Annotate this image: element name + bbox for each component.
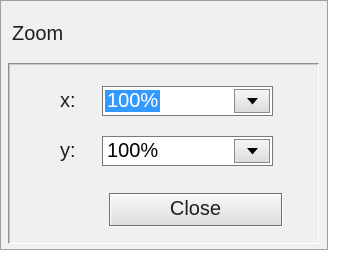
zoom-options-group: x: 100% y: 100% Close <box>8 63 319 244</box>
zoom-x-dropdown-button[interactable] <box>234 89 270 113</box>
zoom-x-label: x: <box>60 90 76 112</box>
zoom-y-value: 100% <box>107 140 159 162</box>
dialog-title: Zoom <box>12 23 64 45</box>
close-button[interactable]: Close <box>109 193 282 226</box>
zoom-y-label: y: <box>60 140 76 162</box>
zoom-y-select[interactable]: 100% <box>102 136 273 166</box>
zoom-x-select[interactable]: 100% <box>102 86 273 116</box>
zoom-y-dropdown-button[interactable] <box>234 139 270 163</box>
zoom-x-value: 100% <box>105 90 161 112</box>
zoom-dialog: Zoom x: 100% y: 100% Close <box>0 0 328 250</box>
chevron-down-icon <box>246 97 258 104</box>
chevron-down-icon <box>246 147 258 154</box>
